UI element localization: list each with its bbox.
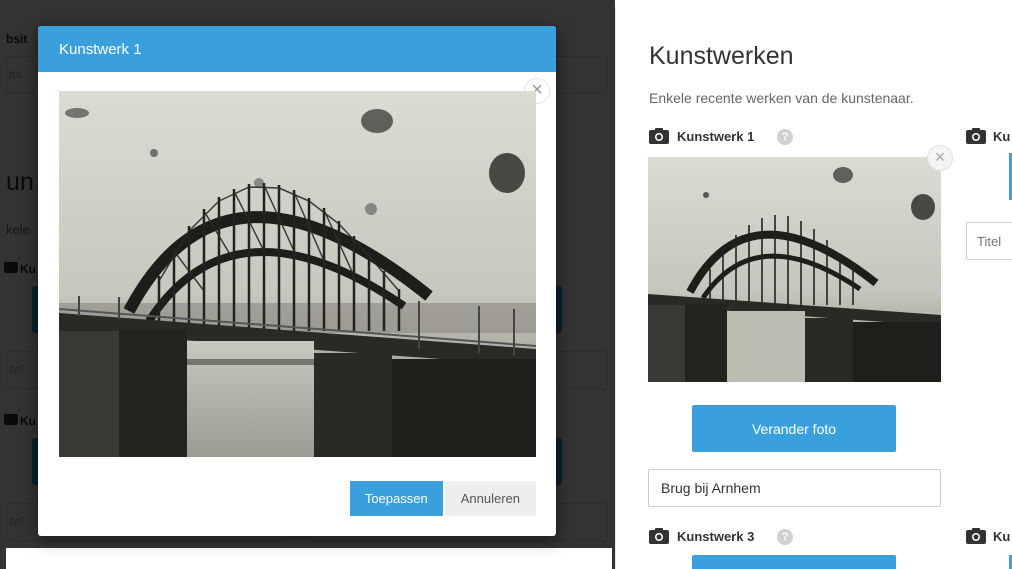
cancel-button[interactable]: Annuleren [444,481,536,516]
section-subtitle: Enkele recente werken van de kunstenaar. [649,90,914,106]
camera-icon [649,528,669,544]
artwork-3-label: Kunstwerk 3 [677,529,755,544]
background-page: bsit tto un kele Ku itel Ku itel Kunstwe… [0,0,615,569]
artwork-1-label: Kunstwerk 1 [677,129,755,144]
crop-modal: Kunstwerk 1 × Toepassen Annuleren [38,26,556,536]
artwork-1-thumbnail[interactable] [648,157,941,382]
apply-button[interactable]: Toepassen [349,481,443,516]
artwork-1-title-input[interactable] [648,469,941,507]
camera-icon [966,528,986,544]
bridge-photo[interactable] [59,91,536,457]
modal-title: Kunstwerk 1 [59,40,142,58]
camera-icon [966,128,986,144]
artwork-2-title-input[interactable] [966,222,1012,260]
artwork-4-label: Ku [993,529,1011,544]
artworks-panel: Kunstwerken Enkele recente werken van de… [615,7,1012,569]
help-icon[interactable]: ? [777,529,793,545]
artwork-3-upload-button[interactable] [692,555,896,569]
artwork-2-label: Ku [993,129,1011,144]
camera-icon [649,128,669,144]
section-title: Kunstwerken [649,42,794,70]
backdrop-bottom-strip [6,548,612,569]
change-photo-button[interactable]: Verander foto [692,405,896,452]
modal-header: Kunstwerk 1 [38,26,556,72]
help-icon[interactable]: ? [777,129,793,145]
modal-footer: Toepassen Annuleren [349,481,536,516]
remove-photo-icon[interactable]: × [927,145,953,171]
